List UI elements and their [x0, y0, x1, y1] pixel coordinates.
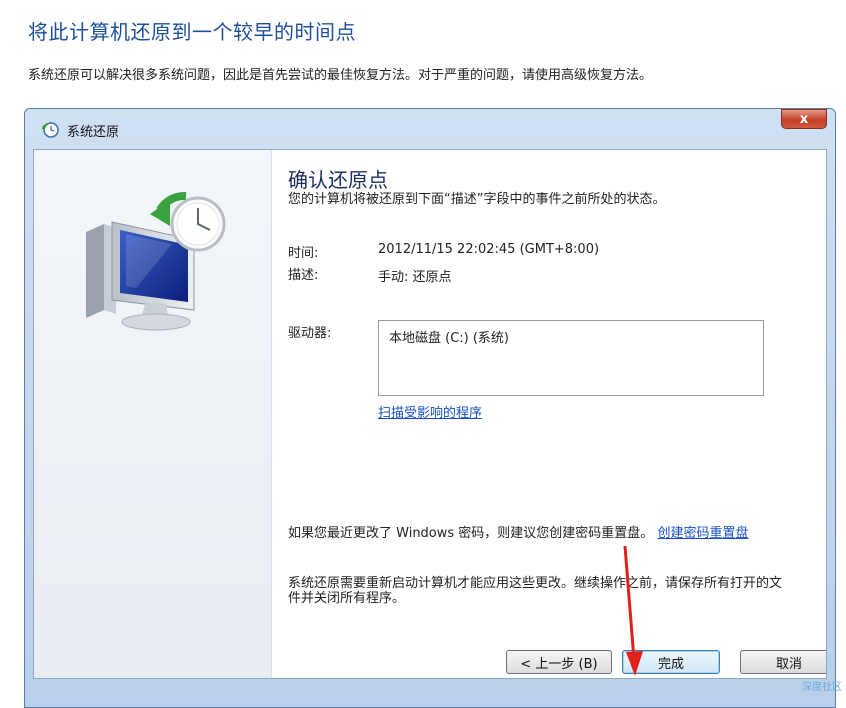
page-heading: 将此计算机还原到一个较早的时间点	[28, 20, 356, 44]
illustration-pane	[34, 150, 272, 678]
password-note: 如果您最近更改了 Windows 密码，则建议您创建密码重置盘。 创建密码重置盘	[288, 526, 788, 541]
time-value: 2012/11/15 22:02:45 (GMT+8:00)	[378, 242, 600, 257]
drive-list[interactable]: 本地磁盘 (C:) (系统)	[378, 320, 764, 396]
system-restore-icon	[42, 122, 59, 138]
back-button[interactable]: < 上一步 (B)	[506, 650, 612, 674]
finish-button[interactable]: 完成	[622, 650, 720, 674]
close-button[interactable]: x	[781, 109, 827, 129]
drive-item[interactable]: 本地磁盘 (C:) (系统)	[389, 331, 509, 346]
dialog-title: 系统还原	[67, 125, 120, 140]
close-icon: x	[799, 111, 809, 127]
page-intro: 系统还原可以解决很多系统问题，因此是首先尝试的最佳恢复方法。对于严重的问题，请使…	[28, 68, 653, 83]
create-reset-disk-link[interactable]: 创建密码重置盘	[657, 526, 748, 541]
system-restore-dialog: 系统还原 x 确认还原点 您的计算机将被还原到下面“描述”字段中的事件之前所处的…	[24, 108, 836, 708]
drive-label: 驱动器:	[288, 326, 332, 341]
restart-note: 系统还原需要重新启动计算机才能应用这些更改。继续操作之前，请保存所有打开的文件并…	[288, 576, 783, 606]
monitor-clock-restore-icon	[86, 191, 226, 331]
details-pane: 确认还原点 您的计算机将被还原到下面“描述”字段中的事件之前所处的状态。 时间:…	[288, 150, 826, 678]
title-bar[interactable]: 系统还原 x	[25, 109, 835, 149]
password-note-text: 如果您最近更改了 Windows 密码，则建议您创建密码重置盘。	[288, 526, 654, 541]
dialog-content: 确认还原点 您的计算机将被还原到下面“描述”字段中的事件之前所处的状态。 时间:…	[33, 149, 827, 679]
time-label: 时间:	[288, 246, 319, 261]
cancel-button[interactable]: 取消	[740, 650, 826, 674]
description-value: 手动: 还原点	[378, 270, 452, 285]
description-label: 描述:	[288, 268, 319, 283]
scan-affected-programs-link[interactable]: 扫描受影响的程序	[378, 402, 482, 421]
confirm-description: 您的计算机将被还原到下面“描述”字段中的事件之前所处的状态。	[288, 192, 666, 207]
watermark: 深度社区	[802, 682, 842, 693]
confirm-title: 确认还原点	[288, 168, 388, 192]
